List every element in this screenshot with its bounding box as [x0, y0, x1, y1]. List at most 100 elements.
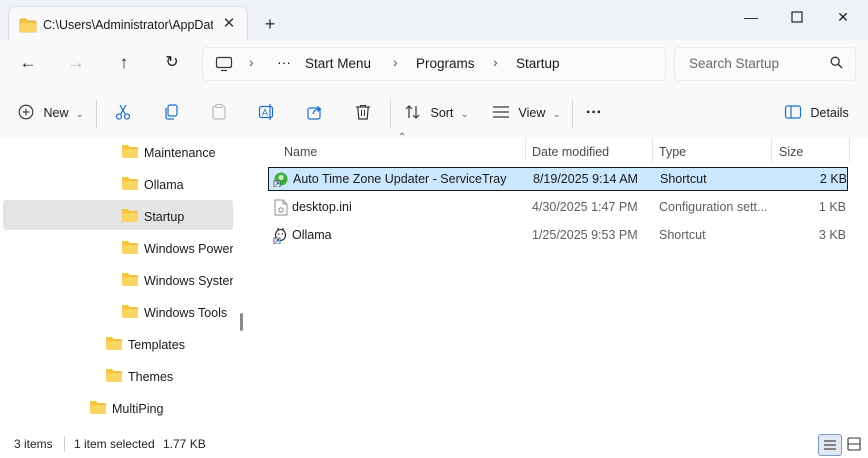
tab-current-folder[interactable]: C:\Users\Administrator\AppData\Roaming\M… [8, 6, 248, 43]
view-lines-icon [493, 106, 509, 118]
scissors-icon [115, 104, 131, 120]
search-icon [830, 56, 843, 72]
details-view-button[interactable] [818, 434, 842, 456]
delete-button[interactable] [354, 100, 372, 126]
file-size: 1 KB [818, 200, 846, 214]
rename-button[interactable]: A [258, 100, 276, 126]
sort-button-label: Sort [430, 106, 454, 120]
up-button[interactable]: ↑ [108, 48, 140, 78]
tab-title: C:\Users\Administrator\AppData\Roaming\M… [43, 18, 213, 32]
file-size: 3 KB [818, 228, 846, 242]
maximize-icon [791, 11, 803, 23]
new-button[interactable]: New ⌄ [18, 100, 84, 126]
column-header-type[interactable]: Type [659, 142, 686, 162]
new-tab-button[interactable]: + [258, 12, 282, 36]
view-button-label: View [518, 106, 546, 120]
address-bar[interactable]: › ··· Start Menu › Programs › Startup [202, 47, 666, 81]
divider [96, 100, 97, 128]
chevron-right-icon[interactable]: › [493, 54, 498, 70]
nav-scrollbar-thumb[interactable] [240, 313, 243, 331]
table-row[interactable]: desktop.ini 4/30/2025 1:47 PM Configurat… [268, 196, 848, 220]
nav-item-windows-powershell[interactable]: Windows PowerShell [3, 234, 233, 264]
breadcrumb-overflow-button[interactable]: ··· [277, 54, 291, 70]
refresh-button[interactable]: ↻ [156, 48, 188, 78]
breadcrumb-start-menu[interactable]: Start Menu [305, 56, 371, 71]
minimize-button[interactable]: — [728, 2, 774, 32]
nav-item-label: Templates [128, 338, 185, 352]
back-button[interactable]: ← [12, 48, 44, 78]
chevron-right-icon[interactable]: › [393, 54, 398, 70]
cut-button[interactable] [114, 100, 132, 126]
nav-item-label: Startup [144, 210, 185, 224]
column-header-size[interactable]: Size [779, 142, 803, 162]
folder-icon [19, 18, 37, 33]
nav-item-startup[interactable]: Startup [3, 200, 233, 230]
computer-icon [215, 56, 233, 72]
view-button[interactable]: View ⌄ [492, 100, 560, 126]
folder-icon [122, 209, 138, 222]
column-divider[interactable] [771, 138, 772, 162]
file-type: Configuration sett... [659, 200, 768, 214]
see-more-button[interactable]: ··· [586, 100, 602, 126]
column-divider[interactable] [652, 138, 653, 162]
nav-item-label: Windows PowerShell [144, 242, 233, 256]
nav-item-templates[interactable]: Templates [3, 330, 233, 360]
file-size: 2 KB [819, 172, 847, 186]
table-row[interactable]: Auto Time Zone Updater - ServiceTray 8/1… [268, 167, 848, 191]
rename-icon: A [258, 104, 274, 120]
shortcut-green-icon [273, 172, 288, 187]
file-list: ⌃ Name Date modified Type Size Auto Time… [250, 132, 868, 430]
share-icon [307, 106, 322, 120]
forward-button[interactable]: → [60, 48, 92, 78]
sort-button[interactable]: Sort ⌄ [404, 100, 468, 126]
nav-item-themes[interactable]: Themes [3, 362, 233, 392]
item-count: 3 items [14, 437, 53, 451]
folder-icon [90, 401, 106, 414]
file-type: Shortcut [660, 172, 707, 186]
chevron-down-icon: ⌄ [75, 109, 84, 119]
file-name: desktop.ini [292, 200, 352, 214]
copy-button[interactable] [162, 100, 180, 126]
paste-button[interactable] [210, 100, 228, 126]
column-divider[interactable] [525, 138, 526, 162]
trash-icon [356, 104, 370, 120]
chevron-right-icon[interactable]: › [249, 54, 254, 70]
details-pane-button[interactable]: Details [784, 100, 849, 126]
command-bar: New ⌄ A Sort ⌄ View ⌄ ··· Details [0, 88, 868, 139]
nav-item-windows-system[interactable]: Windows System [3, 266, 233, 296]
nav-item-ollama[interactable]: Ollama [3, 170, 233, 200]
column-header-date-modified[interactable]: Date modified [532, 142, 609, 162]
details-pane-icon [784, 105, 802, 119]
folder-icon [106, 369, 122, 382]
divider [390, 100, 391, 128]
column-header-name[interactable]: Name [284, 142, 317, 162]
share-button[interactable] [306, 100, 324, 126]
table-row[interactable]: Ollama 1/25/2025 9:53 PM Shortcut 3 KB [268, 224, 848, 248]
close-tab-button[interactable]: ✕ [219, 14, 239, 34]
maximize-button[interactable] [774, 2, 820, 32]
close-window-button[interactable]: ✕ [820, 2, 866, 32]
nav-item-windows-tools[interactable]: Windows Tools [3, 298, 233, 328]
chevron-down-icon: ⌄ [460, 109, 469, 119]
nav-item-label: Maintenance [144, 146, 216, 160]
search-input[interactable] [687, 55, 831, 72]
large-icons-view-button[interactable] [843, 434, 865, 454]
ini-file-icon [274, 199, 288, 216]
folder-icon [122, 273, 138, 286]
tiles-view-icon [847, 437, 861, 451]
breadcrumb-startup[interactable]: Startup [516, 56, 560, 71]
nav-item-maintenance[interactable]: Maintenance [3, 138, 233, 168]
nav-item-label: MultiPing [112, 402, 164, 416]
nav-item-label: Windows Tools [144, 306, 228, 320]
copy-icon [165, 104, 178, 120]
breadcrumb-programs[interactable]: Programs [416, 56, 475, 71]
file-name: Ollama [292, 228, 332, 242]
sort-ascending-icon: ⌃ [398, 132, 407, 143]
column-divider[interactable] [849, 138, 850, 162]
selection-size: 1.77 KB [163, 437, 206, 451]
chevron-down-icon: ⌄ [552, 109, 561, 119]
details-button-label: Details [810, 106, 849, 120]
nav-item-multiping[interactable]: MultiPing [3, 394, 233, 424]
search-box[interactable] [674, 47, 856, 81]
divider [64, 436, 65, 452]
